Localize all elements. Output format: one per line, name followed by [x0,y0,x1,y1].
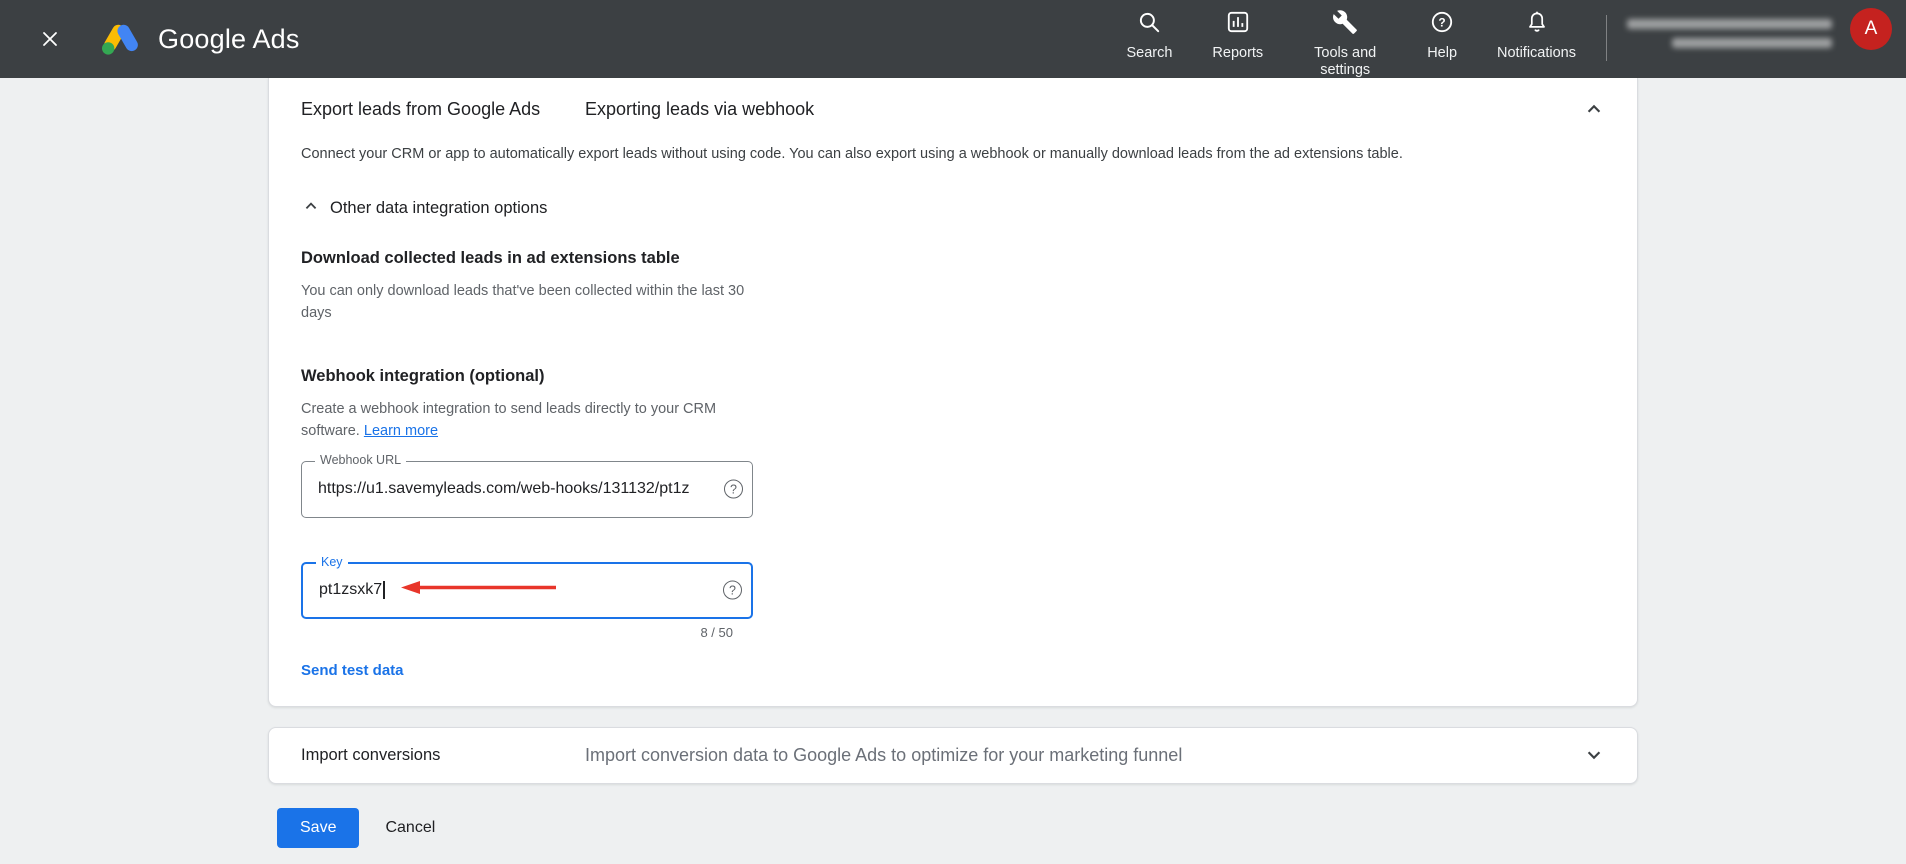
learn-more-link[interactable]: Learn more [364,423,438,439]
import-conversions-card[interactable]: Import conversions Import conversion dat… [268,726,1638,784]
nav-tools-and-settings[interactable]: Tools and settings [1303,9,1387,78]
nav-tools-label: Tools and settings [1314,45,1377,78]
nav-reports-label: Reports [1212,45,1264,62]
webhook-integration-description: Create a webhook integration to send lea… [301,398,763,443]
other-data-integration-toggle[interactable]: Other data integration options [301,196,1607,221]
bell-icon [1524,9,1550,40]
header-divider [1606,15,1607,62]
nav-search-label: Search [1126,45,1173,62]
export-card-description: Connect your CRM or app to automatically… [301,146,1403,162]
webhook-url-field[interactable]: Webhook URL https://u1.savemyleads.com/w… [301,452,753,518]
red-arrow-annotation [399,580,559,601]
nav-help-label: Help [1427,45,1458,62]
download-leads-description: You can only download leads that've been… [301,283,745,322]
account-info-redacted[interactable] [1627,19,1832,49]
collapse-card-chevron-up-icon[interactable] [1581,96,1607,122]
svg-text:?: ? [1438,16,1445,30]
key-char-counter: 8 / 50 [700,624,733,640]
avatar[interactable]: A [1850,8,1892,51]
other-data-integration-label: Other data integration options [330,199,548,217]
search-icon [1136,9,1162,40]
import-conversions-title: Import conversions [301,745,441,764]
account-email-blurred [1672,38,1832,49]
text-caret [383,581,385,600]
reports-icon [1225,9,1251,40]
nav-notifications-label: Notifications [1497,45,1576,62]
nav-reports[interactable]: Reports [1212,9,1263,62]
google-ads-logo[interactable]: Google Ads [100,18,300,61]
export-leads-card: Export leads from Google Ads Exporting l… [268,78,1638,707]
avatar-letter: A [1864,18,1878,40]
save-button[interactable]: Save [277,807,360,848]
cancel-button[interactable]: Cancel [385,819,435,837]
send-test-data-button[interactable]: Send test data [301,662,404,679]
account-id-blurred [1627,19,1832,30]
top-app-bar: Google Ads Search Reports Tools and sett… [0,0,1906,78]
nav-notifications[interactable]: Notifications [1497,9,1576,62]
nav-search[interactable]: Search [1126,9,1172,62]
wrench-icon [1332,9,1358,40]
header-nav: Search Reports Tools and settings ? Help [1106,0,1892,79]
import-conversions-description: Import conversion data to Google Ads to … [585,744,1183,765]
nav-help[interactable]: ? Help [1427,9,1457,62]
export-card-title: Export leads from Google Ads [301,98,541,119]
key-help-icon[interactable]: ? [723,580,742,600]
expand-card-chevron-down-icon[interactable] [1581,742,1607,768]
export-card-header: Export leads from Google Ads Exporting l… [301,96,1607,122]
close-icon[interactable] [30,19,70,59]
webhook-url-value: https://u1.savemyleads.com/web-hooks/131… [318,480,690,498]
webhook-integration-title: Webhook integration (optional) [301,366,545,385]
action-buttons: Save Cancel [277,807,1906,848]
chevron-up-icon [301,196,321,221]
key-field[interactable]: Key pt1zsxk7 ? [301,554,753,619]
download-leads-title: Download collected leads in ad extension… [301,249,680,267]
export-card-subtitle: Exporting leads via webhook [585,98,815,119]
webhook-url-help-icon[interactable]: ? [724,479,743,499]
help-icon: ? [1429,9,1455,40]
google-ads-logo-icon [100,18,142,61]
app-title: Google Ads [158,23,300,54]
